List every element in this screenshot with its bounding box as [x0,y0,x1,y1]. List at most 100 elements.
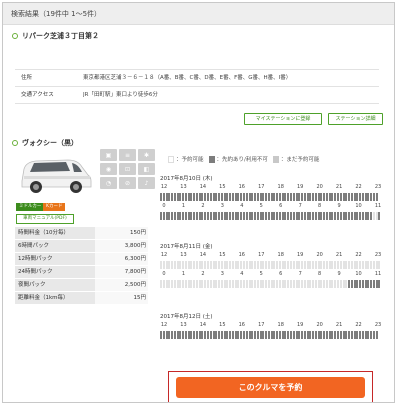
time-slot-available[interactable] [259,280,262,288]
time-slot-available[interactable] [262,261,265,269]
time-slot-reserved[interactable] [270,331,273,339]
time-slot-reserved[interactable] [312,193,315,201]
time-slot-reserved[interactable] [309,212,312,220]
time-slot-reserved[interactable] [209,212,212,220]
time-slot-reserved[interactable] [254,193,257,201]
time-slot-reserved[interactable] [207,193,210,201]
time-slot-available[interactable] [190,280,193,288]
time-slot-available[interactable] [240,280,243,288]
time-slot-reserved[interactable] [179,212,182,220]
time-slot-reserved[interactable] [342,331,345,339]
time-slot-reserved[interactable] [168,193,171,201]
time-slot-reserved[interactable] [215,331,218,339]
time-slot-available[interactable] [193,280,196,288]
time-slot-available[interactable] [207,261,210,269]
time-slot-reserved[interactable] [339,212,342,220]
time-slot-available[interactable] [331,280,334,288]
time-slot-reserved[interactable] [317,212,320,220]
time-slot-reserved[interactable] [201,193,204,201]
time-slot-reserved[interactable] [348,193,351,201]
time-slot-available[interactable] [193,261,196,269]
time-slot-reserved[interactable] [370,280,373,288]
time-slot-reserved[interactable] [259,331,262,339]
time-slot-available[interactable] [168,261,171,269]
time-slot-reserved[interactable] [348,280,351,288]
time-slot-reserved[interactable] [356,331,359,339]
time-slot-reserved[interactable] [254,331,257,339]
time-slot-available[interactable] [182,280,185,288]
time-slot-available[interactable] [237,261,240,269]
time-slot-reserved[interactable] [278,331,281,339]
time-slot-reserved[interactable] [314,331,317,339]
time-slot-available[interactable] [314,261,317,269]
time-slot-available[interactable] [334,261,337,269]
time-slot-reserved[interactable] [190,212,193,220]
time-slot-reserved[interactable] [342,212,345,220]
time-slot-reserved[interactable] [256,212,259,220]
time-slot-available[interactable] [168,280,171,288]
time-slot-available[interactable] [301,261,304,269]
time-slot-reserved[interactable] [378,212,381,220]
time-slot-reserved[interactable] [256,193,259,201]
time-slot-reserved[interactable] [350,212,353,220]
time-slot-available[interactable] [320,280,323,288]
time-slot-reserved[interactable] [254,212,257,220]
time-slot-available[interactable] [337,261,339,269]
time-slot-reserved[interactable] [276,331,279,339]
time-slot-reserved[interactable] [370,193,373,201]
time-slot-reserved[interactable] [195,331,198,339]
time-slot-available[interactable] [248,280,251,288]
time-slot-available[interactable] [361,261,364,269]
time-slot-reserved[interactable] [242,331,245,339]
time-slot-reserved[interactable] [248,193,251,201]
time-slot-reserved[interactable] [353,331,356,339]
time-slot-reserved[interactable] [218,193,221,201]
time-slot-reserved[interactable] [240,212,243,220]
time-slot-available[interactable] [309,261,312,269]
time-slot-reserved[interactable] [223,212,226,220]
time-slot-available[interactable] [339,280,342,288]
time-slot-reserved[interactable] [301,212,304,220]
time-slot-reserved[interactable] [204,212,207,220]
time-slot-available[interactable] [276,280,279,288]
time-slot-reserved[interactable] [301,331,304,339]
time-slot-available[interactable] [342,280,345,288]
time-slot-reserved[interactable] [312,331,315,339]
time-slot-reserved[interactable] [292,331,295,339]
time-slot-reserved[interactable] [240,193,243,201]
time-slot-available[interactable] [306,280,309,288]
time-slot-available[interactable] [248,261,251,269]
time-slot-reserved[interactable] [334,212,337,220]
time-slot-available[interactable] [223,261,226,269]
time-slot-reserved[interactable] [176,331,179,339]
time-slot-available[interactable] [184,280,187,288]
time-slot-reserved[interactable] [278,193,281,201]
time-slot-available[interactable] [359,261,362,269]
time-slot-reserved[interactable] [306,331,309,339]
time-slot-reserved[interactable] [331,331,334,339]
time-slot-reserved[interactable] [262,193,265,201]
time-slot-available[interactable] [245,261,248,269]
time-slot-available[interactable] [301,280,304,288]
time-slot-reserved[interactable] [215,193,218,201]
time-slot-reserved[interactable] [298,212,301,220]
time-slot-available[interactable] [198,261,201,269]
time-slot-available[interactable] [328,261,331,269]
time-slot-reserved[interactable] [378,280,381,288]
time-slot-reserved[interactable] [359,212,362,220]
time-slot-reserved[interactable] [287,331,290,339]
time-slot-reserved[interactable] [251,193,254,201]
time-slot-available[interactable] [245,280,248,288]
time-slot-reserved[interactable] [226,193,229,201]
time-slot-reserved[interactable] [325,331,328,339]
time-slot-reserved[interactable] [215,212,218,220]
time-slot-reserved[interactable] [328,212,331,220]
time-slot-reserved[interactable] [265,212,268,220]
time-slot-available[interactable] [218,280,221,288]
time-slot-reserved[interactable] [198,331,201,339]
time-slot-reserved[interactable] [209,193,212,201]
time-slot-reserved[interactable] [325,212,328,220]
time-slot-reserved[interactable] [372,331,375,339]
time-slot-available[interactable] [254,280,257,288]
time-slot-available[interactable] [242,280,245,288]
